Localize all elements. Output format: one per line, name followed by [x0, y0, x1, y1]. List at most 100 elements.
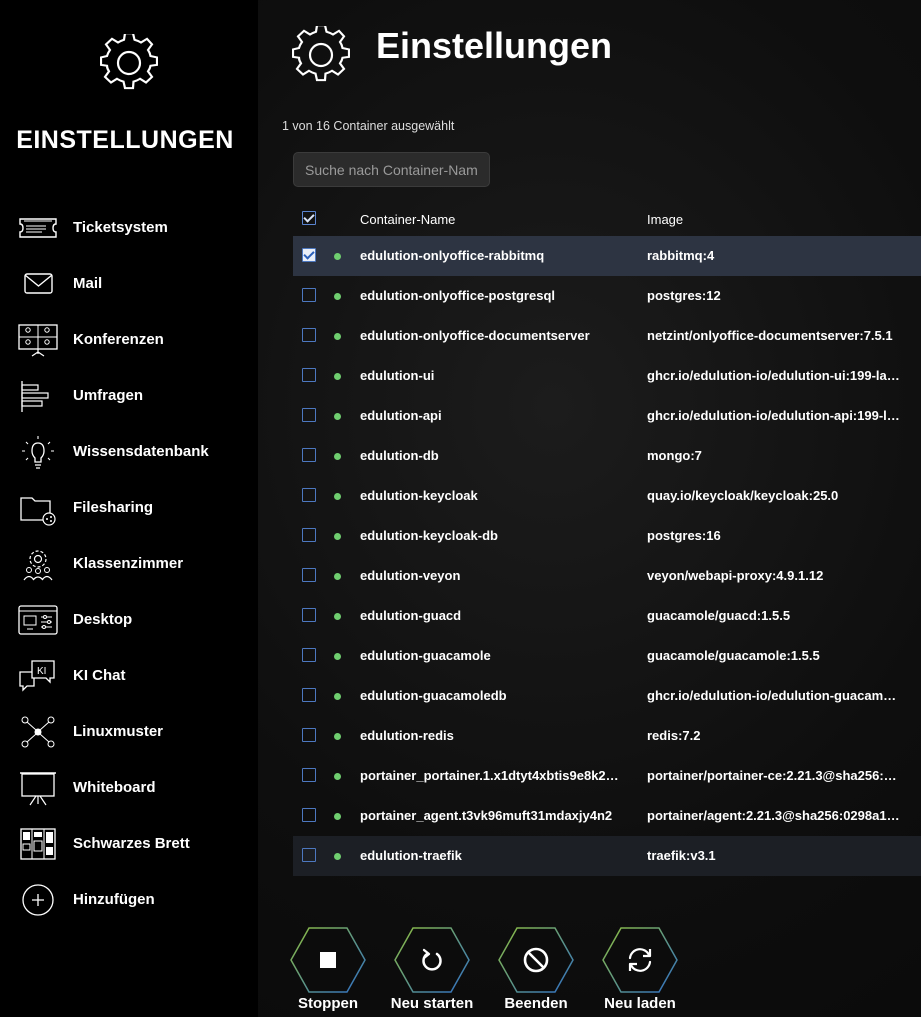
table-row[interactable]: edulution-redis redis:7.2: [293, 716, 921, 756]
table-row[interactable]: edulution-keycloak-db postgres:16: [293, 516, 921, 556]
container-name-cell: edulution-api: [360, 408, 442, 423]
svg-text:KI: KI: [37, 666, 46, 677]
stop-button[interactable]: Stoppen: [283, 927, 373, 1015]
table-row[interactable]: edulution-guacd guacamole/guacd:1.5.5: [293, 596, 921, 636]
stop-button-label: Stoppen: [298, 995, 358, 1012]
sidebar-item-label: Wissensdatenbank: [73, 443, 209, 460]
selection-summary: 1 von 16 Container ausgewählt: [282, 119, 455, 133]
row-checkbox[interactable]: [302, 448, 316, 462]
container-name-cell: edulution-db: [360, 448, 439, 463]
restart-button-label: Neu starten: [390, 995, 474, 1012]
row-checkbox[interactable]: [302, 688, 316, 702]
table-body: edulution-onlyoffice-rabbitmq rabbitmq:4 e…: [293, 236, 921, 876]
stop-icon: [320, 952, 336, 968]
container-image-cell: ghcr.io/edulution-io/edulution-guacamole…: [647, 688, 901, 703]
column-header-name[interactable]: Container-Name: [360, 212, 455, 227]
table-row[interactable]: portainer_agent.t3vk96muft31mdaxjy4n2 por…: [293, 796, 921, 836]
sidebar-item-klassenzimmer[interactable]: Klassenzimmer: [14, 542, 254, 586]
table-row[interactable]: edulution-db mongo:7: [293, 436, 921, 476]
sidebar-item-label: KI Chat: [73, 667, 126, 684]
table-row[interactable]: edulution-guacamoledb ghcr.io/edulution-i…: [293, 676, 921, 716]
row-checkbox[interactable]: [302, 368, 316, 382]
row-checkbox[interactable]: [302, 608, 316, 622]
sidebar-item-schwarzes-brett[interactable]: Schwarzes Brett: [14, 822, 254, 866]
row-checkbox[interactable]: [302, 528, 316, 542]
column-header-image[interactable]: Image: [647, 212, 683, 227]
container-name-cell: portainer_agent.t3vk96muft31mdaxjy4n2: [360, 808, 613, 823]
table-row[interactable]: edulution-traefik traefik:v3.1: [293, 836, 921, 876]
terminate-icon: [523, 947, 549, 973]
sidebar-item-label: Klassenzimmer: [73, 555, 184, 572]
container-image-cell: mongo:7: [647, 448, 702, 463]
status-indicator: [334, 573, 341, 580]
row-checkbox[interactable]: [302, 288, 316, 302]
sidebar-item-ticketsystem[interactable]: Ticketsystem: [14, 206, 254, 250]
table-row[interactable]: edulution-ui ghcr.io/edulution-io/eduluti…: [293, 356, 921, 396]
container-name-cell: edulution-keycloak: [360, 488, 478, 503]
row-checkbox[interactable]: [302, 488, 316, 502]
classroom-icon: [23, 550, 53, 581]
sidebar-item-ki-chat[interactable]: KI KI Chat: [14, 654, 254, 698]
reload-button[interactable]: Neu laden: [595, 927, 685, 1015]
container-name-cell: edulution-guacd: [360, 608, 462, 623]
sidebar-item-hinzufuegen[interactable]: Hinzufügen: [14, 878, 254, 922]
action-bar: Stoppen Neu starten Beenden Neu laden: [283, 927, 703, 1017]
sidebar-item-wissensdatenbank[interactable]: Wissensdatenbank: [14, 430, 254, 474]
sidebar-item-umfragen[interactable]: Umfragen: [14, 374, 254, 418]
sidebar-item-label: Linuxmuster: [73, 723, 164, 740]
container-name-cell: edulution-onlyoffice-postgresql: [360, 288, 555, 303]
container-image-cell: ghcr.io/edulution-io/edulution-ui:199-la…: [647, 368, 901, 383]
bulletin-board-icon: [20, 828, 56, 860]
container-name-cell: edulution-redis: [360, 728, 454, 743]
status-indicator: [334, 613, 341, 620]
search-input[interactable]: [293, 152, 490, 187]
row-checkbox[interactable]: [302, 768, 316, 782]
restart-button[interactable]: Neu starten: [387, 927, 477, 1015]
container-image-cell: quay.io/keycloak/keycloak:25.0: [647, 488, 839, 503]
desktop-icon: [18, 605, 58, 635]
sidebar-item-mail[interactable]: Mail: [14, 262, 254, 306]
container-table: Container-Name Image edulution-onlyoffic…: [293, 200, 921, 876]
table-row[interactable]: edulution-api ghcr.io/edulution-io/edulut…: [293, 396, 921, 436]
sidebar-item-konferenzen[interactable]: Konferenzen: [14, 318, 254, 362]
sidebar-item-linuxmuster[interactable]: Linuxmuster: [14, 710, 254, 754]
select-all-checkbox[interactable]: [302, 211, 316, 225]
row-checkbox[interactable]: [302, 848, 316, 862]
table-row[interactable]: edulution-onlyoffice-postgresql postgres:…: [293, 276, 921, 316]
table-row[interactable]: edulution-veyon veyon/webapi-proxy:4.9.1.…: [293, 556, 921, 596]
table-row[interactable]: edulution-keycloak quay.io/keycloak/keycl…: [293, 476, 921, 516]
row-checkbox[interactable]: [302, 248, 316, 262]
table-row[interactable]: portainer_portainer.1.x1dtyt4xbtis9e8k2l…: [293, 756, 921, 796]
row-checkbox[interactable]: [302, 648, 316, 662]
status-indicator: [334, 533, 341, 540]
row-checkbox[interactable]: [302, 408, 316, 422]
sidebar-item-filesharing[interactable]: Filesharing: [14, 486, 254, 530]
sidebar-item-label: Umfragen: [73, 387, 144, 404]
sidebar-item-label: Whiteboard: [73, 779, 156, 796]
reload-button-label: Neu laden: [604, 995, 676, 1012]
table-row[interactable]: edulution-guacamole guacamole/guacamole:1…: [293, 636, 921, 676]
container-image-cell: rabbitmq:4: [647, 248, 715, 263]
status-indicator: [334, 333, 341, 340]
table-row[interactable]: edulution-onlyoffice-rabbitmq rabbitmq:4: [293, 236, 921, 276]
container-name-cell: edulution-traefik: [360, 848, 462, 863]
container-image-cell: netzint/onlyoffice-documentserver:7.5.1: [647, 328, 893, 343]
table-row[interactable]: edulution-onlyoffice-documentserver netzi…: [293, 316, 921, 356]
status-indicator: [334, 493, 341, 500]
ai-chat-icon: KI: [19, 660, 55, 692]
status-indicator: [334, 853, 341, 860]
folder-share-icon: [20, 497, 56, 526]
container-image-cell: ghcr.io/edulution-io/edulution-api:199-l…: [647, 408, 901, 423]
container-name-cell: edulution-onlyoffice-documentserver: [360, 328, 590, 343]
status-indicator: [334, 693, 341, 700]
row-checkbox[interactable]: [302, 328, 316, 342]
sidebar-item-desktop[interactable]: Desktop: [14, 598, 254, 642]
sidebar-item-whiteboard[interactable]: Whiteboard: [14, 766, 254, 810]
terminate-button[interactable]: Beenden: [491, 927, 581, 1015]
row-checkbox[interactable]: [302, 808, 316, 822]
row-checkbox[interactable]: [302, 568, 316, 582]
network-icon: [21, 716, 55, 748]
sidebar-item-label: Ticketsystem: [73, 219, 168, 236]
row-checkbox[interactable]: [302, 728, 316, 742]
container-image-cell: postgres:12: [647, 288, 721, 303]
